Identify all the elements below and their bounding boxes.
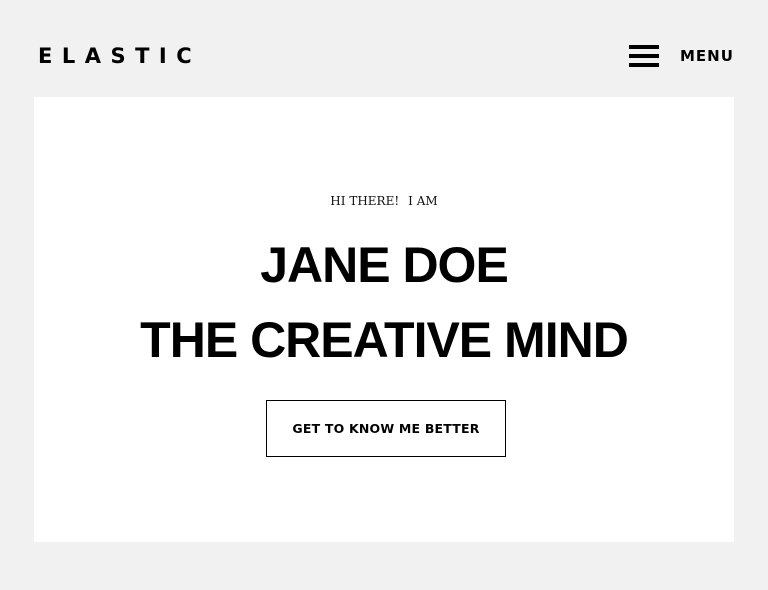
hero-card: HI THERE! I AM JANE DOE THE CREATIVE MIND… [34, 97, 734, 542]
site-header: ELASTIC MENU [0, 0, 768, 97]
hero-tagline: THE CREATIVE MIND [140, 312, 629, 368]
hamburger-icon [629, 45, 659, 67]
hero-greeting-suffix: I AM [408, 194, 438, 208]
menu-button[interactable]: MENU [628, 40, 738, 72]
menu-label: MENU [680, 47, 734, 65]
site-logo[interactable]: ELASTIC [38, 42, 201, 70]
get-to-know-me-button[interactable]: GET TO KNOW ME BETTER [266, 400, 506, 457]
hero-name: JANE DOE [260, 237, 509, 293]
hero-greeting: HI THERE! [330, 194, 400, 208]
hero-intro: HI THERE! I AM [34, 193, 734, 209]
